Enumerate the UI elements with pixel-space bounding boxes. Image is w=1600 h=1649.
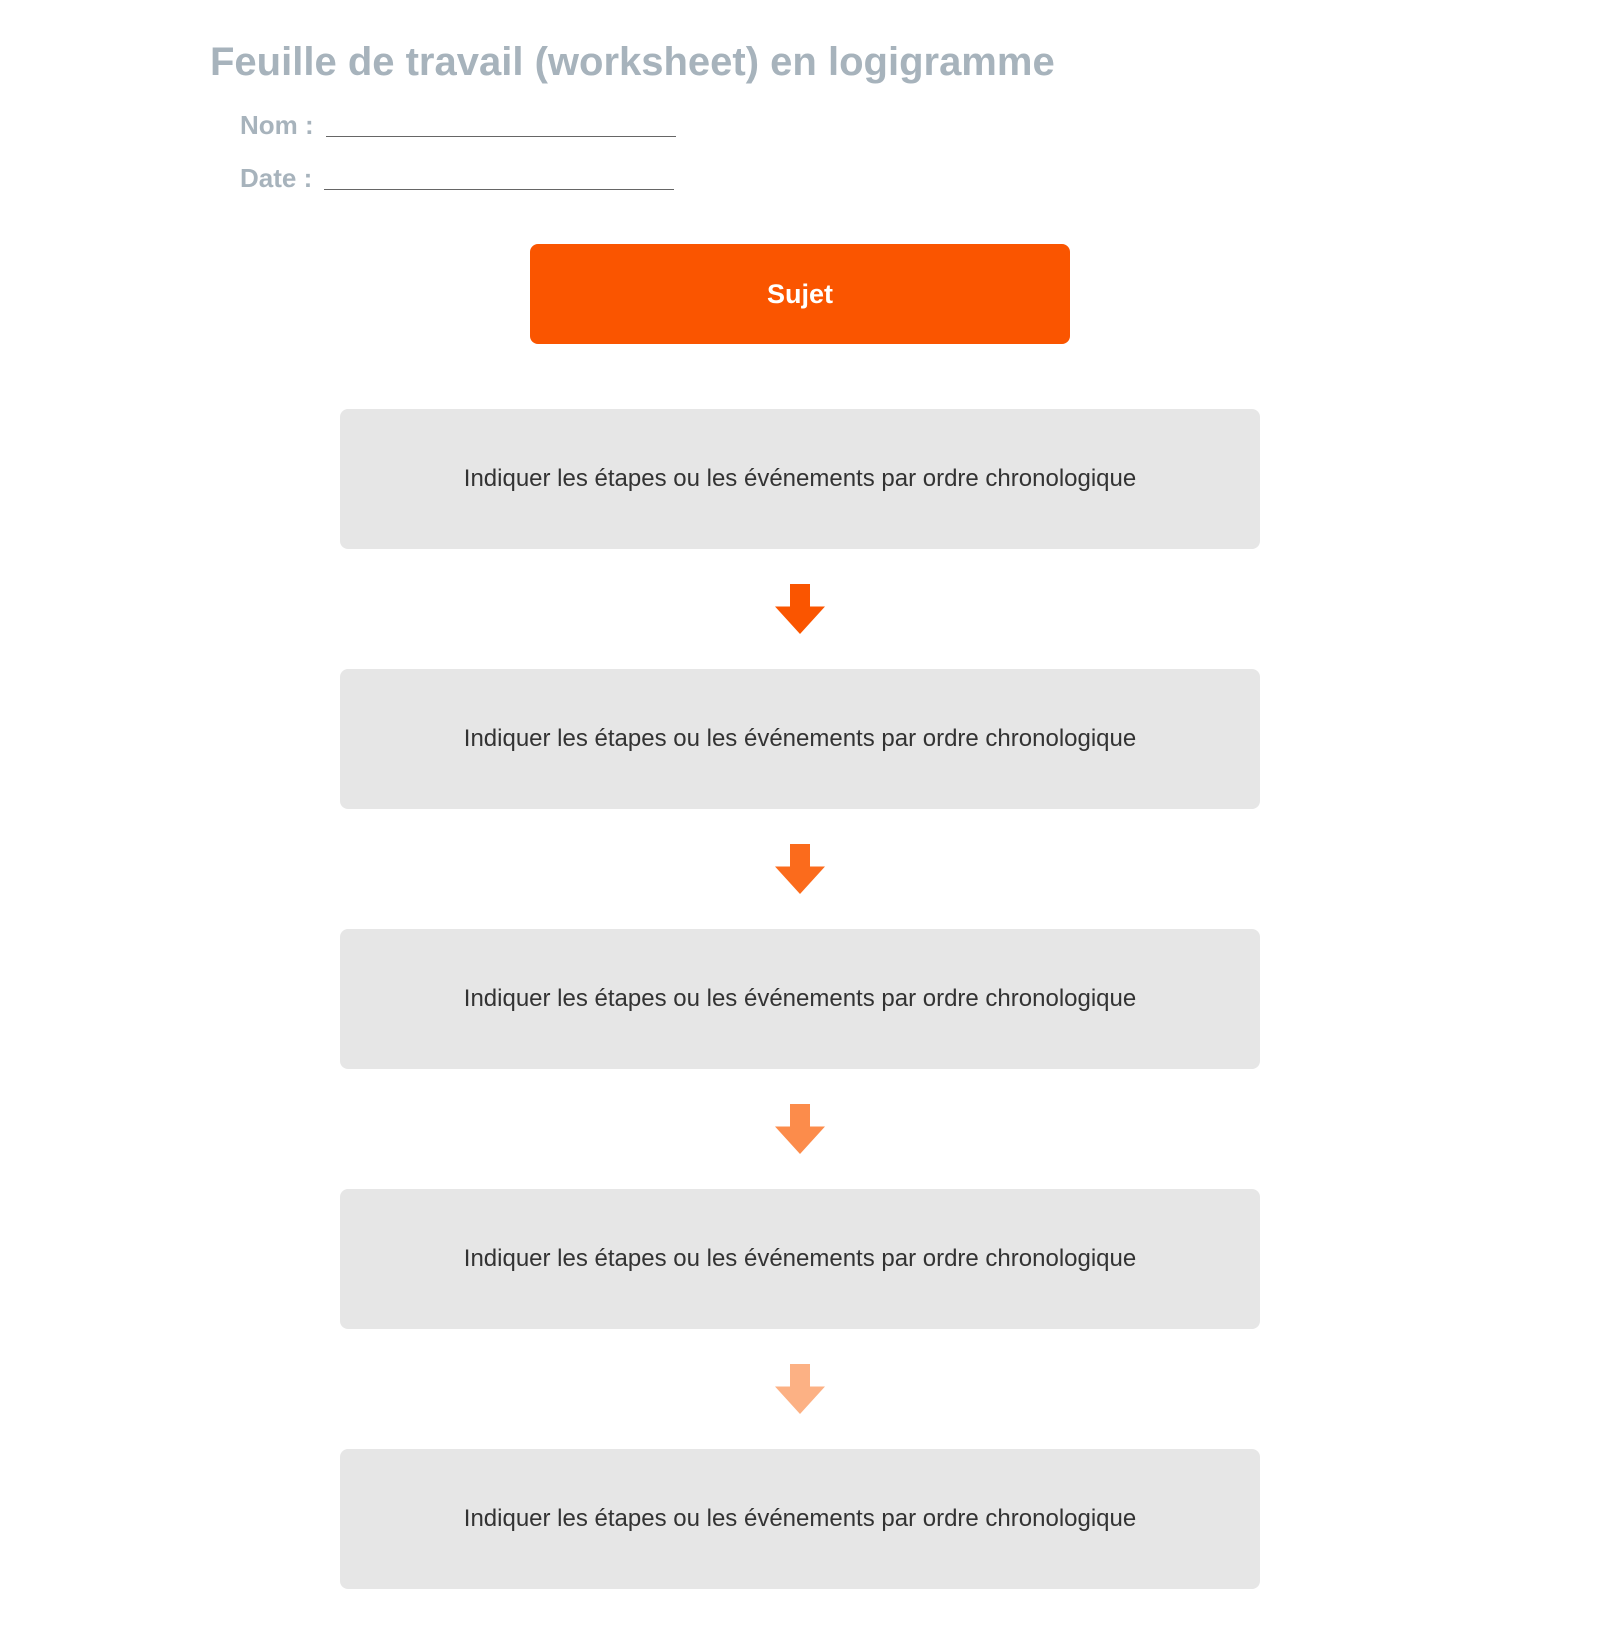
arrow-gap (775, 1329, 825, 1449)
subject-label: Sujet (767, 279, 833, 310)
arrow-down-icon (775, 1104, 825, 1154)
step-text: Indiquer les étapes ou les événements pa… (464, 985, 1136, 1013)
step-box-4[interactable]: Indiquer les étapes ou les événements pa… (340, 1189, 1260, 1329)
arrow-gap (775, 549, 825, 669)
arrow-down-icon (775, 584, 825, 634)
meta-section: Nom : Date : (240, 110, 1390, 194)
step-text: Indiquer les étapes ou les événements pa… (464, 1505, 1136, 1533)
date-row: Date : (240, 163, 1390, 194)
date-input-line[interactable] (324, 189, 674, 190)
flowchart: Sujet Indiquer les étapes ou les événeme… (210, 244, 1390, 1589)
step-text: Indiquer les étapes ou les événements pa… (464, 725, 1136, 753)
name-label: Nom : (240, 110, 314, 141)
arrow-down-icon (775, 1364, 825, 1414)
step-box-1[interactable]: Indiquer les étapes ou les événements pa… (340, 409, 1260, 549)
worksheet-page: Feuille de travail (worksheet) en logigr… (0, 0, 1600, 1649)
step-text: Indiquer les étapes ou les événements pa… (464, 465, 1136, 493)
arrow-gap (775, 1069, 825, 1189)
step-box-2[interactable]: Indiquer les étapes ou les événements pa… (340, 669, 1260, 809)
subject-box[interactable]: Sujet (530, 244, 1070, 344)
name-input-line[interactable] (326, 136, 676, 137)
arrow-gap (775, 809, 825, 929)
name-row: Nom : (240, 110, 1390, 141)
step-text: Indiquer les étapes ou les événements pa… (464, 1245, 1136, 1273)
page-title: Feuille de travail (worksheet) en logigr… (210, 40, 1390, 85)
step-box-3[interactable]: Indiquer les étapes ou les événements pa… (340, 929, 1260, 1069)
step-box-5[interactable]: Indiquer les étapes ou les événements pa… (340, 1449, 1260, 1589)
date-label: Date : (240, 163, 312, 194)
arrow-down-icon (775, 844, 825, 894)
